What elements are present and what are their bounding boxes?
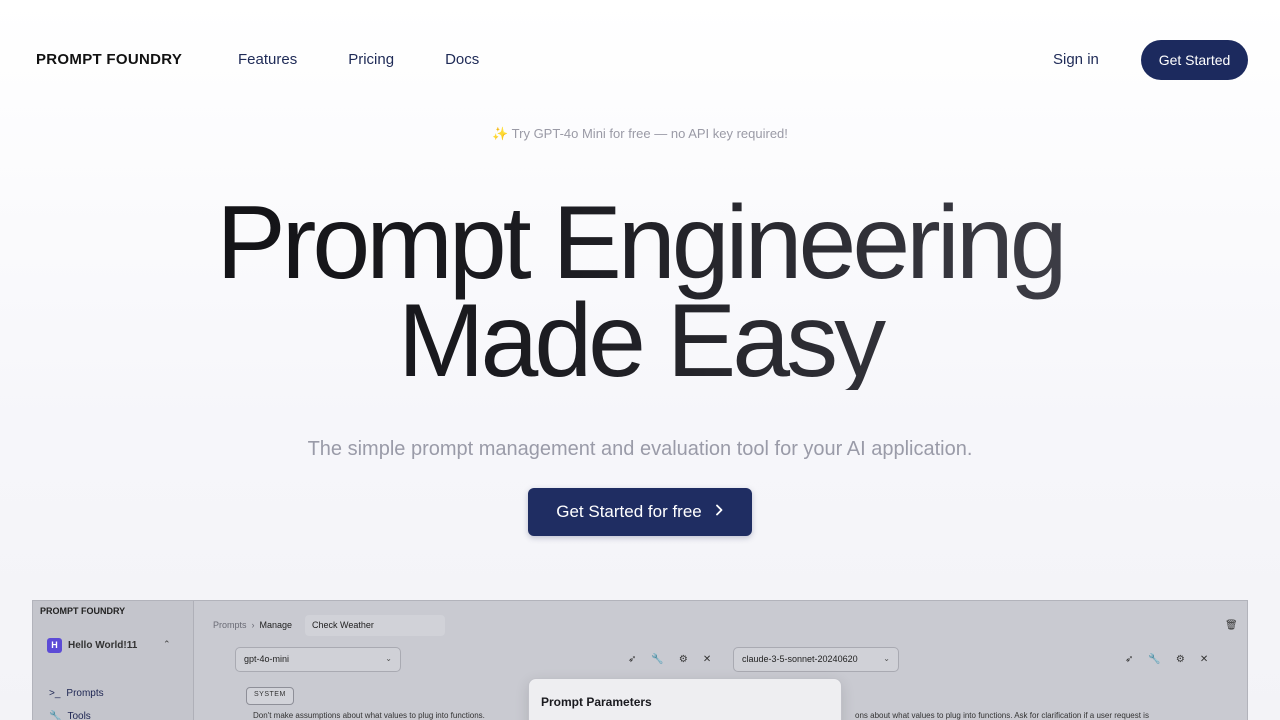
announcement-text: Try GPT-4o Mini for free — no API key re… xyxy=(511,126,788,141)
chevron-right-icon xyxy=(714,503,724,521)
preview-workspace-switcher: H Hello World!11 xyxy=(47,638,137,653)
sidebar-item-label: Tools xyxy=(67,711,91,720)
brand-logo[interactable]: PROMPT FOUNDRY xyxy=(36,51,182,68)
gear-icon: ⚙ xyxy=(1175,654,1185,665)
gear-icon: ⚙ xyxy=(678,654,688,665)
preview-toolbar-left: ➶ 🔧 ⚙ ✕ xyxy=(628,654,711,665)
wrench-icon: 🔧 xyxy=(1148,654,1161,665)
breadcrumb-manage: Manage xyxy=(259,620,293,630)
nav-link-pricing[interactable]: Pricing xyxy=(348,51,394,68)
preview-sidebar: PROMPT FOUNDRY H Hello World!11 ⌃ >_ Pro… xyxy=(33,601,194,720)
trash-icon: 🗑 xyxy=(1225,620,1238,631)
sparkles-icon: ✨ xyxy=(492,126,509,141)
preview-sidebar-item-tools: 🔧 Tools xyxy=(49,711,91,720)
preview-system-text-left: Don't make assumptions about what values… xyxy=(253,711,485,720)
workspace-name: Hello World!11 xyxy=(68,640,138,651)
wrench-icon: 🔧 xyxy=(49,711,62,720)
chevron-updown-icon: ⌃ xyxy=(163,639,171,649)
nav-links: Features Pricing Docs xyxy=(238,51,530,68)
preview-model-select-left: gpt-4o-mini ⌄ xyxy=(235,647,401,672)
top-nav: PROMPT FOUNDRY Features Pricing Docs Sig… xyxy=(0,0,1280,120)
model-name: claude-3-5-sonnet-20240620 xyxy=(742,654,858,664)
cta-label: Get Started for free xyxy=(556,502,702,521)
terminal-icon: >_ xyxy=(49,688,61,699)
sign-in-link[interactable]: Sign in xyxy=(1053,51,1099,68)
chevron-down-icon: ⌄ xyxy=(883,654,890,663)
preview-model-select-right: claude-3-5-sonnet-20240620 ⌄ xyxy=(733,647,899,672)
get-started-free-button[interactable]: Get Started for free xyxy=(528,488,752,536)
hero-headline: Prompt Engineering Made Easy xyxy=(0,194,1280,390)
sidebar-item-label: Prompts xyxy=(66,688,104,699)
chevron-right-icon: › xyxy=(251,620,255,630)
chevron-down-icon: ⌄ xyxy=(385,654,392,663)
preview-prompt-parameters-modal: Prompt Parameters xyxy=(528,678,842,720)
preview-brand: PROMPT FOUNDRY xyxy=(40,606,126,616)
preview-breadcrumb: Prompts › Manage xyxy=(213,620,292,630)
headline-line-1: Prompt Engineering xyxy=(216,185,1064,301)
close-icon: ✕ xyxy=(1199,654,1209,665)
wrench-icon: 🔧 xyxy=(651,654,664,665)
breadcrumb-prompts: Prompts xyxy=(213,620,247,630)
rocket-icon: ➶ xyxy=(628,654,637,665)
get-started-button[interactable]: Get Started xyxy=(1141,40,1248,80)
preview-system-badge: SYSTEM xyxy=(246,687,294,705)
model-name: gpt-4o-mini xyxy=(244,654,290,664)
preview-system-text-right: ons about what values to plug into funct… xyxy=(855,711,1149,720)
nav-link-features[interactable]: Features xyxy=(238,51,297,68)
announcement-banner[interactable]: ✨ Try GPT-4o Mini for free — no API key … xyxy=(0,126,1280,142)
preview-prompt-name-field: Check Weather xyxy=(305,615,445,636)
modal-title: Prompt Parameters xyxy=(541,695,652,709)
workspace-logo-icon: H xyxy=(47,638,62,653)
headline-line-2: Made Easy xyxy=(397,283,883,399)
rocket-icon: ➶ xyxy=(1125,654,1134,665)
preview-sidebar-item-prompts: >_ Prompts xyxy=(49,688,104,699)
nav-link-docs[interactable]: Docs xyxy=(445,51,479,68)
hero-subheadline: The simple prompt management and evaluat… xyxy=(307,438,973,460)
close-icon: ✕ xyxy=(702,654,712,665)
preview-toolbar-right: ➶ 🔧 ⚙ ✕ xyxy=(1125,654,1208,665)
